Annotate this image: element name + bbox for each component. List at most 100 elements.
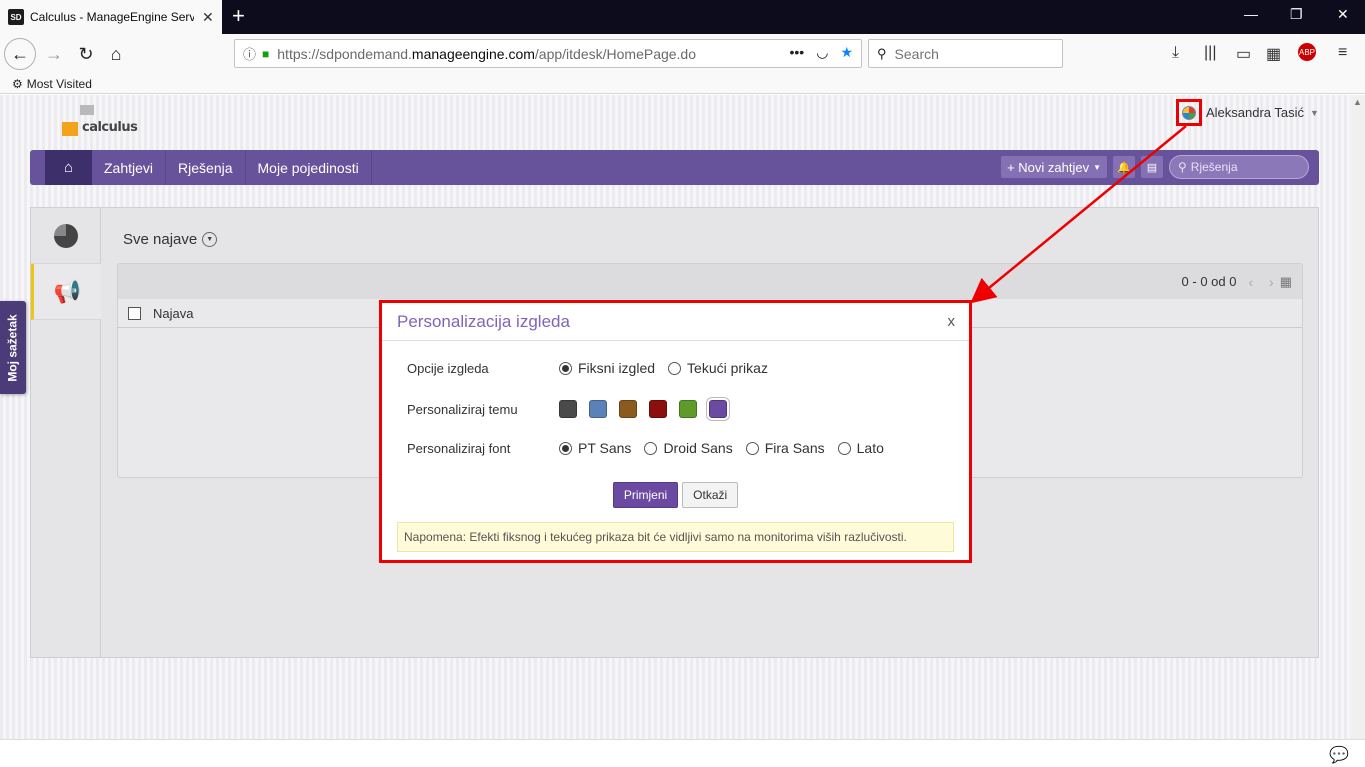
nav-search-input[interactable]: ⚲ Rješenja	[1169, 155, 1309, 179]
select-all-checkbox[interactable]	[128, 306, 141, 320]
layout-options-row: Opcije izgleda Fiksni izgled Tekući prika…	[407, 360, 781, 376]
chat-icon[interactable]: 💬	[1329, 745, 1349, 765]
layout-radio-1[interactable]: Tekući prikaz	[668, 360, 768, 376]
theme-swatch-2[interactable]	[619, 400, 637, 418]
bookmark-most-visited[interactable]: Most Visited	[27, 77, 92, 91]
radio-dot[interactable]	[644, 441, 658, 455]
pie-chart-icon	[54, 223, 78, 248]
reload-icon[interactable]: ↻	[70, 38, 102, 70]
pager-text: 0 - 0 od 0	[1181, 274, 1237, 289]
browser-search-input[interactable]: ⚲ Search	[868, 39, 1063, 68]
note-text: Napomena: Efekti fiksnog i tekućeg prika…	[397, 522, 954, 552]
status-bar: 💬	[0, 739, 1365, 767]
adblock-icon[interactable]: ABP	[1298, 43, 1316, 61]
palette-icon	[1182, 105, 1196, 120]
favicon-icon: SD	[8, 9, 24, 25]
menu-icon[interactable]: ≡	[1338, 44, 1347, 62]
column-najava[interactable]: Najava	[153, 306, 193, 321]
user-menu[interactable]: Aleksandra Tasić ▼	[1176, 99, 1319, 126]
logo[interactable]: calculus	[62, 105, 138, 139]
url-text: https://sdpondemand.manageengine.com/app…	[277, 45, 697, 62]
home-icon[interactable]: ⌂	[100, 38, 132, 70]
page-scrollbar[interactable]: ▲	[1350, 95, 1365, 739]
theme-swatch-0[interactable]	[559, 400, 577, 418]
theme-swatch-3[interactable]	[649, 400, 667, 418]
browser-tab[interactable]: SD Calculus - ManageEngine Servi ✕	[0, 0, 222, 34]
search-icon: ⚲	[1178, 160, 1187, 174]
sidebar-icon[interactable]: ▭	[1236, 44, 1251, 64]
pager-arrows[interactable]: ‹ ›	[1248, 274, 1279, 290]
user-name[interactable]: Aleksandra Tasić	[1206, 105, 1304, 120]
column-settings-icon[interactable]: ▦	[1280, 274, 1292, 290]
nav-item-moje-pojedinosti[interactable]: Moje pojedinosti	[246, 150, 372, 185]
font-radio-0[interactable]: PT Sans	[559, 440, 631, 456]
nav-item-zahtjevi[interactable]: Zahtjevi	[92, 150, 167, 185]
radio-dot[interactable]	[745, 441, 759, 455]
section-title[interactable]: Sve najave ▼	[123, 231, 218, 248]
lock-icon: ■	[262, 46, 270, 61]
dashboard-rail-item[interactable]	[31, 208, 101, 264]
pocket-icon[interactable]: ◡	[816, 44, 828, 61]
theme-swatch-5[interactable]	[707, 398, 729, 420]
close-window-icon[interactable]: ✕	[1337, 6, 1349, 23]
minimize-icon[interactable]: —	[1244, 6, 1258, 22]
tab-title: Calculus - ManageEngine Servi	[30, 10, 194, 24]
scroll-up-icon[interactable]: ▲	[1353, 97, 1362, 107]
url-bar[interactable]: ⓘ ■ https://sdpondemand.manageengine.com…	[234, 39, 862, 68]
back-icon[interactable]: ←	[4, 38, 36, 70]
font-radio-1[interactable]: Droid Sans	[644, 440, 733, 456]
bookmark-star-icon[interactable]: ★	[840, 44, 853, 61]
close-icon[interactable]: x	[948, 313, 956, 330]
house-icon: ⌂	[63, 159, 74, 176]
layout-option-label: Fiksni izgled	[578, 360, 656, 376]
main-nav: ⌂ Zahtjevi Rješenja Moje pojedinosti + N…	[30, 150, 1319, 185]
restore-icon[interactable]: ❐	[1290, 6, 1303, 23]
font-option-label: Fira Sans	[764, 440, 825, 456]
caret-down-icon[interactable]: ▼	[1310, 108, 1319, 118]
home-button[interactable]: ⌂	[45, 150, 92, 185]
theme-row: Personaliziraj temu	[407, 398, 739, 420]
info-icon[interactable]: ⓘ	[243, 44, 256, 63]
layout-radio-0[interactable]: Fiksni izgled	[559, 360, 655, 376]
extensions-icon[interactable]: ▦	[1266, 44, 1281, 64]
font-option-label: Droid Sans	[663, 440, 733, 456]
font-option-label: PT Sans	[578, 440, 632, 456]
new-tab-icon[interactable]: +	[232, 4, 245, 28]
summary-side-tab[interactable]: Moj sažetak	[0, 301, 26, 394]
font-option-label: Lato	[856, 440, 884, 456]
more-icon[interactable]: •••	[790, 44, 805, 61]
font-radio-2[interactable]: Fira Sans	[745, 440, 825, 456]
bookmarks-bar: ⚙ Most Visited	[0, 74, 1365, 94]
search-icon: ⚲	[877, 45, 887, 61]
nav-item-rjesenja[interactable]: Rješenja	[166, 150, 246, 185]
personalize-dialog: Personalizacija izgleda x Opcije izgleda…	[379, 300, 972, 563]
theme-swatch-1[interactable]	[589, 400, 607, 418]
personalize-button[interactable]	[1176, 99, 1202, 126]
cancel-button[interactable]: Otkaži	[682, 482, 739, 508]
page: calculus Aleksandra Tasić ▼ ⌂ Zahtjevi R…	[0, 95, 1350, 739]
browser-tab-bar: SD Calculus - ManageEngine Servi ✕ + — ❐…	[0, 0, 1365, 34]
gear-icon: ⚙	[12, 76, 23, 91]
bell-icon[interactable]: 🔔	[1113, 156, 1135, 178]
left-rail: 📢	[31, 208, 101, 657]
megaphone-icon: 📢	[53, 278, 82, 304]
notes-icon[interactable]: ▤	[1141, 156, 1163, 178]
layout-label: Opcije izgleda	[407, 360, 489, 376]
chevron-down-icon[interactable]: ▼	[202, 232, 218, 247]
radio-dot[interactable]	[837, 441, 851, 455]
theme-swatch-4[interactable]	[679, 400, 697, 418]
font-label: Personaliziraj font	[407, 440, 511, 456]
new-request-button[interactable]: + Novi zahtjev ▼	[1001, 156, 1107, 178]
download-icon[interactable]: ⤓	[1172, 44, 1179, 62]
radio-dot[interactable]	[668, 361, 682, 375]
font-radio-3[interactable]: Lato	[837, 440, 884, 456]
radio-dot[interactable]	[559, 441, 572, 455]
forward-icon[interactable]: →	[38, 38, 70, 70]
apply-button[interactable]: Primjeni	[612, 482, 679, 508]
layout-option-label: Tekući prikaz	[687, 360, 768, 376]
announcements-rail-item[interactable]: 📢	[31, 264, 101, 320]
library-icon[interactable]: |||	[1204, 44, 1216, 62]
theme-label: Personaliziraj temu	[407, 401, 518, 417]
close-tab-icon[interactable]: ✕	[202, 9, 214, 26]
radio-dot[interactable]	[559, 361, 572, 375]
